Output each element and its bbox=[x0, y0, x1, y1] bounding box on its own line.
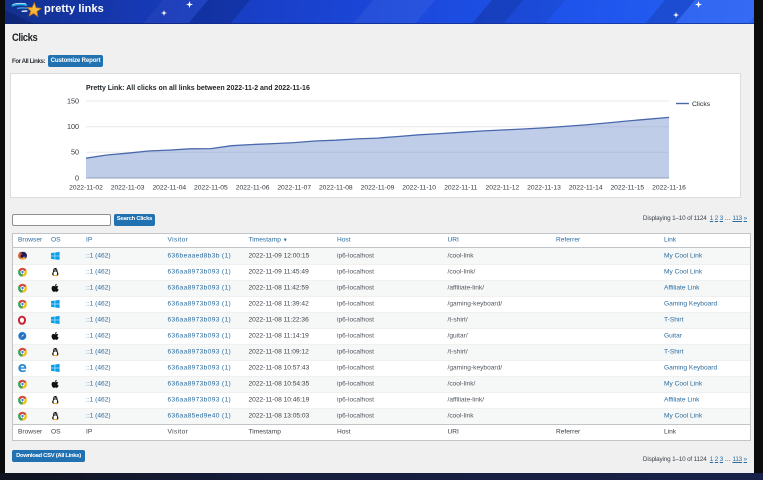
svg-text:2022-11-05: 2022-11-05 bbox=[194, 184, 228, 191]
svg-text:2022-11-02: 2022-11-02 bbox=[69, 184, 103, 191]
svg-text:2022-11-03: 2022-11-03 bbox=[111, 184, 145, 191]
svg-text:Pretty Link: All clicks on all: Pretty Link: All clicks on all links bet… bbox=[86, 85, 310, 92]
svg-text:2022-11-14: 2022-11-14 bbox=[569, 184, 603, 191]
svg-text:2022-11-09: 2022-11-09 bbox=[361, 184, 395, 191]
svg-text:2022-11-07: 2022-11-07 bbox=[277, 184, 311, 191]
svg-text:2022-11-12: 2022-11-12 bbox=[486, 184, 520, 191]
svg-text:2022-11-13: 2022-11-13 bbox=[527, 184, 561, 191]
svg-text:2022-11-08: 2022-11-08 bbox=[319, 184, 353, 191]
svg-text:150: 150 bbox=[67, 96, 79, 105]
svg-text:2022-11-06: 2022-11-06 bbox=[236, 184, 270, 191]
svg-text:Clicks: Clicks bbox=[692, 101, 711, 108]
svg-text:2022-11-11: 2022-11-11 bbox=[444, 184, 477, 191]
svg-text:2022-11-15: 2022-11-15 bbox=[610, 184, 644, 191]
svg-text:50: 50 bbox=[71, 148, 79, 157]
svg-text:0: 0 bbox=[75, 173, 79, 182]
svg-text:2022-11-16: 2022-11-16 bbox=[652, 184, 686, 191]
svg-text:2022-11-10: 2022-11-10 bbox=[402, 184, 436, 191]
svg-text:2022-11-04: 2022-11-04 bbox=[152, 184, 186, 191]
svg-text:100: 100 bbox=[67, 122, 79, 131]
